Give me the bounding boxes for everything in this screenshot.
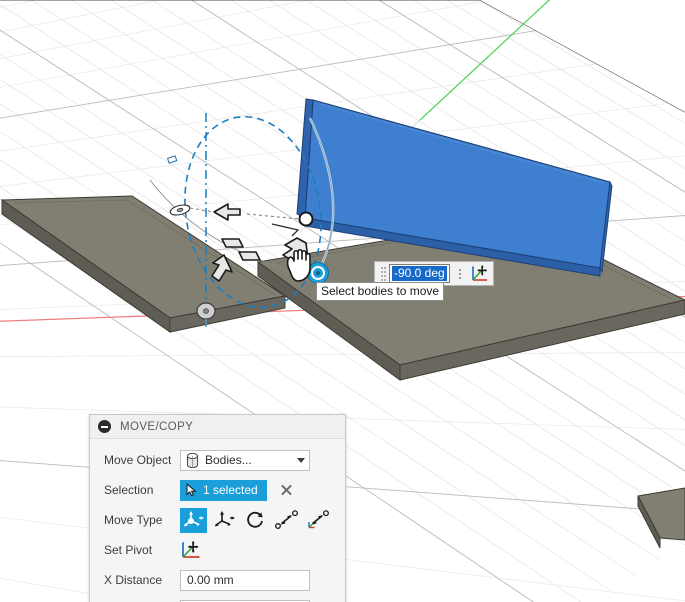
row-set-pivot: Set Pivot — [90, 535, 345, 565]
free-move-icon[interactable] — [180, 507, 207, 533]
angle-input-value: -90.0 deg — [392, 266, 447, 281]
move-type-label: Move Type — [104, 513, 163, 527]
vertical-dots-icon[interactable] — [454, 265, 466, 282]
x-distance-input[interactable]: 0.00 mm — [180, 569, 310, 591]
row-move-object: Move Object Bodies... — [90, 445, 345, 475]
selection-label: Selection — [104, 483, 154, 497]
row-move-type: Move Type — [90, 505, 345, 535]
set-pivot-label: Set Pivot — [104, 543, 153, 557]
set-pivot-icon[interactable] — [180, 540, 202, 561]
rotate-icon[interactable] — [242, 508, 269, 533]
clear-x-icon[interactable] — [279, 483, 293, 497]
selection-button-text: 1 selected — [203, 483, 258, 497]
application-window: -90.0 deg Select bodies to move MOVE/COP… — [0, 0, 685, 602]
cursor-arrow-icon — [186, 483, 198, 497]
set-pivot-icon[interactable] — [470, 264, 490, 283]
collapse-minus-icon[interactable] — [98, 420, 111, 433]
move-type-options — [180, 507, 331, 533]
x-distance-label: X Distance — [104, 573, 163, 587]
point-to-position-icon[interactable] — [304, 508, 331, 533]
row-x-distance: X Distance 0.00 mm — [90, 565, 345, 595]
row-selection: Selection 1 selected — [90, 475, 345, 505]
move-copy-dialog[interactable]: MOVE/COPY Move Object Bodies... Selectio… — [89, 414, 346, 602]
translate-axis-icon[interactable] — [211, 508, 238, 533]
x-distance-value: 0.00 mm — [187, 573, 234, 587]
selection-tooltip: Select bodies to move — [316, 282, 445, 301]
handle-origin[interactable] — [298, 211, 314, 227]
angle-input[interactable]: -90.0 deg — [389, 264, 450, 283]
dialog-title: MOVE/COPY — [120, 420, 194, 433]
body-cylinder-icon — [186, 452, 199, 468]
move-object-value: Bodies... — [205, 453, 252, 467]
dialog-header[interactable]: MOVE/COPY — [90, 415, 345, 439]
row-y-distance: Y Distance 0.00 — [90, 595, 345, 602]
point-to-point-icon[interactable] — [273, 508, 300, 533]
dialog-body: Move Object Bodies... Selection 1 select… — [90, 439, 345, 602]
chevron-down-icon[interactable] — [297, 457, 305, 463]
drag-grip-icon[interactable] — [380, 265, 387, 282]
move-object-label: Move Object — [104, 453, 172, 467]
move-object-dropdown[interactable]: Bodies... — [180, 449, 310, 471]
selection-button[interactable]: 1 selected — [180, 479, 267, 501]
